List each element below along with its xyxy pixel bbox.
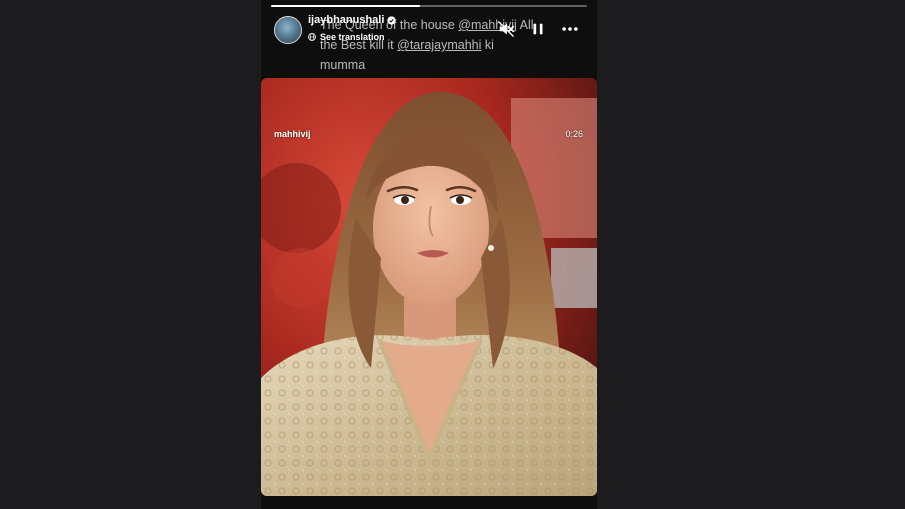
video-frame	[261, 78, 597, 496]
story-progress-fill	[271, 5, 420, 7]
story-header-user[interactable]: ijaybhanushali	[308, 14, 397, 26]
avatar[interactable]	[274, 16, 302, 44]
see-translation-label[interactable]: See translation	[320, 32, 385, 42]
story-video[interactable]: mahhivij 0:26	[261, 78, 597, 496]
story-username[interactable]: ijaybhanushali	[308, 14, 384, 26]
pause-icon[interactable]	[529, 20, 547, 38]
video-overlay-username[interactable]: mahhivij	[274, 129, 311, 139]
mute-icon[interactable]	[497, 20, 515, 38]
globe-icon	[308, 33, 316, 41]
story-controls	[497, 20, 579, 38]
more-icon[interactable]	[561, 20, 579, 38]
see-translation-link[interactable]: See translation	[308, 32, 385, 42]
caption-mention-link[interactable]: @tarajaymahhi	[397, 38, 481, 52]
story-viewer[interactable]: The Queen of the house @mahhivij All the…	[261, 0, 597, 509]
story-progress-bar	[271, 5, 587, 7]
video-timestamp: 0:26	[565, 129, 583, 139]
verified-badge-icon	[387, 15, 397, 25]
